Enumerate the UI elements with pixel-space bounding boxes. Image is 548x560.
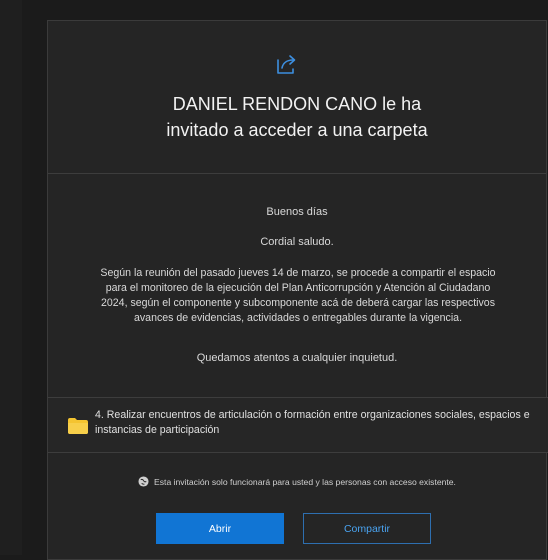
globe-icon — [138, 476, 149, 487]
invitation-title: DANIEL RENDON CANO le ha invitado a acce… — [48, 91, 546, 143]
shared-folder-item[interactable]: 4. Realizar encuentros de articulación o… — [48, 397, 548, 453]
folder-icon — [68, 418, 88, 434]
share-button[interactable]: Compartir — [303, 513, 431, 544]
app-background-strip — [0, 0, 22, 555]
access-notice-text: Esta invitación solo funcionará para ust… — [154, 476, 456, 487]
access-notice: Esta invitación solo funcionará para ust… — [48, 476, 546, 487]
message-closing: Quedamos atentos a cualquier inquietud. — [196, 352, 398, 364]
message-greeting: Buenos días — [266, 206, 328, 218]
message-salutation: Cordial saludo. — [260, 236, 334, 248]
invitation-header: DANIEL RENDON CANO le ha invitado a acce… — [48, 21, 546, 173]
open-button[interactable]: Abrir — [156, 513, 284, 544]
invitation-card: DANIEL RENDON CANO le ha invitado a acce… — [47, 20, 548, 560]
invitation-title-line2: invitado a acceder a una carpeta — [166, 120, 428, 140]
invitation-title-line1: DANIEL RENDON CANO le ha — [172, 94, 422, 114]
folder-name: 4. Realizar encuentros de articulación o… — [95, 409, 530, 436]
header-divider — [48, 173, 546, 174]
message-body: Según la reunión del pasado jueves 14 de… — [100, 267, 496, 324]
share-icon — [277, 55, 296, 74]
